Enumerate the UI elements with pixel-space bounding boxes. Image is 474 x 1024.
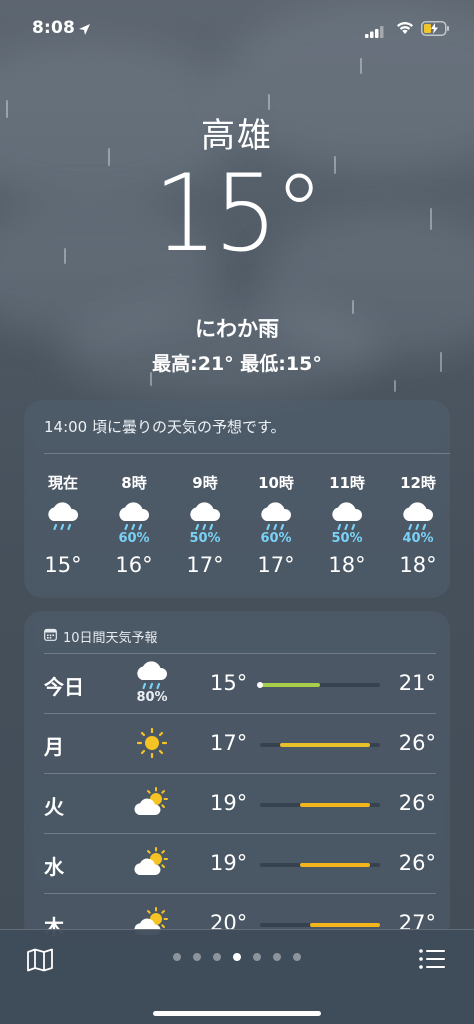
hourly-item: 10時 60% 17° [246, 472, 306, 577]
current-temperature: 15° [153, 152, 324, 275]
hourly-forecast-card[interactable]: 14:00 頃に曇りの天気の予想です。 現在 15° 8時 60% 16° 9時 50% 17… [24, 400, 450, 598]
current-temperature-dot [257, 682, 263, 688]
daily-row[interactable]: 水 19° 26° [44, 833, 436, 893]
page-dot[interactable] [193, 953, 201, 961]
home-indicator[interactable] [153, 1011, 321, 1016]
current-weather: 高雄 15° にわか雨 最高:21° 最低:15° [0, 108, 474, 376]
temperature-range-fill [310, 923, 380, 927]
page-dot[interactable] [213, 953, 221, 961]
low-temperature: 19° [210, 851, 248, 875]
hour-temperature: 18° [328, 553, 366, 577]
divider [44, 453, 450, 454]
temperature-range-bar [260, 743, 380, 747]
day-label: 火 [44, 795, 64, 819]
precip-chance: 50% [331, 531, 363, 546]
temperature-range-bar [257, 682, 380, 688]
bottom-toolbar [0, 929, 474, 1024]
page-dot[interactable] [273, 953, 281, 961]
rain-cloud-icon: 40% [388, 499, 448, 546]
sun-behind-cloud-icon [132, 786, 176, 826]
hour-temperature: 16° [115, 553, 153, 577]
day-label: 月 [44, 735, 64, 759]
calendar-icon [44, 628, 57, 645]
temperature-range-bar [260, 803, 380, 807]
ten-day-forecast-card[interactable]: 10日間天気予報 今日 80% 15° 21° 月 17° 26° 火 19° 26° 水 19° 26… [24, 611, 450, 941]
hour-temperature: 15° [44, 553, 82, 577]
hour-temperature: 17° [257, 553, 295, 577]
status-time: 8:08 [32, 18, 76, 38]
city-name: 高雄 [201, 116, 273, 156]
daily-row[interactable]: 今日 80% 15° 21° [44, 653, 436, 713]
page-dot[interactable] [253, 953, 261, 961]
hour-label: 8時 [121, 474, 147, 492]
high-temperature: 26° [398, 791, 436, 815]
rain-cloud-icon [33, 499, 93, 543]
daily-row[interactable]: 月 17° 26° [44, 713, 436, 773]
list-icon[interactable] [418, 948, 446, 974]
high-temperature: 26° [398, 851, 436, 875]
rain-cloud-icon: 60% [104, 499, 164, 546]
page-dot[interactable] [293, 953, 301, 961]
hourly-item: 8時 60% 16° [104, 472, 164, 577]
hour-label: 11時 [329, 474, 365, 492]
day-label: 今日 [44, 675, 84, 699]
location-arrow-icon [78, 21, 91, 40]
hour-label: 現在 [47, 474, 78, 492]
wifi-icon [396, 20, 414, 39]
day-label: 水 [44, 855, 64, 879]
hourly-item: 12時 40% 18° [388, 472, 448, 577]
forecast-summary: 14:00 頃に曇りの天気の予想です。 [44, 418, 286, 436]
signal-icon [365, 23, 384, 42]
current-temp-wrap: 15° [0, 157, 474, 267]
precip-chance: 60% [260, 531, 292, 546]
low-temperature: 19° [210, 791, 248, 815]
temperature-range-fill [280, 743, 370, 747]
temperature-range-bar [260, 863, 380, 867]
sun-behind-cloud-icon [132, 846, 176, 886]
page-dot[interactable] [233, 953, 241, 961]
low-temperature: 15° [210, 671, 248, 695]
hour-label: 10時 [258, 474, 294, 492]
precip-chance: 60% [118, 531, 150, 546]
ten-day-header: 10日間天気予報 [44, 627, 158, 646]
page-dot[interactable] [173, 953, 181, 961]
hour-temperature: 17° [186, 553, 224, 577]
status-bar: 8:08 [0, 0, 474, 54]
hour-label: 12時 [400, 474, 436, 492]
rain-cloud-icon: 60% [246, 499, 306, 546]
hour-label: 9時 [192, 474, 218, 492]
hourly-item: 9時 50% 17° [175, 472, 235, 577]
sun-icon [132, 726, 176, 766]
temperature-range-fill [300, 863, 370, 867]
temperature-range-fill [300, 803, 370, 807]
page-indicator[interactable] [0, 953, 474, 961]
daily-row[interactable]: 火 19° 26° [44, 773, 436, 833]
ten-day-title: 10日間天気予報 [63, 631, 158, 646]
high-temperature: 26° [398, 731, 436, 755]
rain-cloud-icon: 50% [317, 499, 377, 546]
precip-chance: 40% [402, 531, 434, 546]
high-temperature: 21° [398, 671, 436, 695]
battery-charging-icon [421, 21, 450, 40]
low-temperature: 17° [210, 731, 248, 755]
temperature-range-fill [260, 683, 320, 687]
hour-temperature: 18° [399, 553, 437, 577]
temperature-range-bar [260, 923, 380, 927]
hourly-item: 11時 50% 18° [317, 472, 377, 577]
rain-cloud-icon: 50% [175, 499, 235, 546]
precip-chance: 80% [136, 690, 168, 705]
hourly-item: 現在 15° [33, 472, 93, 577]
high-low-temperature: 最高:21° 最低:15° [152, 353, 322, 375]
precip-chance: 50% [189, 531, 221, 546]
weather-condition: にわか雨 [195, 317, 279, 341]
